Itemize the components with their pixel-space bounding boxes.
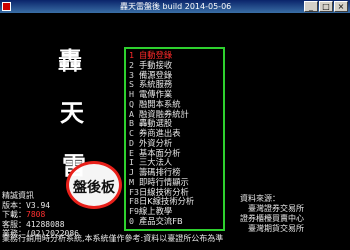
minimize-button[interactable]: _ xyxy=(304,1,318,12)
menu-label: 自動登錄 xyxy=(139,50,173,60)
badge-label: 盤後板 xyxy=(73,180,115,196)
menu-label: 基本面分析 xyxy=(139,147,181,158)
menu-label: 日K線技術分析 xyxy=(139,196,195,207)
menu-label: 線上教學 xyxy=(139,206,173,216)
menu-label: 轟動選股 xyxy=(139,118,173,129)
maximize-button[interactable]: □ xyxy=(319,1,333,12)
menu-label: 三大法人 xyxy=(139,157,173,168)
sources-title: 資料來源： xyxy=(240,194,280,203)
info-download-label: 下載： xyxy=(2,210,26,219)
brand-char-2: 天 xyxy=(60,98,84,127)
badge-circle: 盤後板 xyxy=(66,161,122,209)
menu-key: 2 xyxy=(129,59,134,70)
menu-label: 日線技術分析 xyxy=(139,186,189,197)
app-icon[interactable] xyxy=(2,2,11,11)
source-line: 臺灣證券交易所 xyxy=(248,204,304,213)
info-phone: 客服：41288088 xyxy=(2,219,65,229)
menu-label: 券商進出表 xyxy=(139,128,181,138)
menu-label: 籌碼排行榜 xyxy=(139,167,181,177)
window-title: 轟天雷盤後 build 2014-05-06 xyxy=(120,2,232,11)
menu-label: 備源登錄 xyxy=(139,69,173,80)
window-controls: _ □ × xyxy=(304,1,348,12)
menu-label: 融開本系統 xyxy=(139,98,181,109)
menu-item[interactable]: 0 產品交流FB xyxy=(129,215,183,227)
info-panel: 精誠資訊 版本：V3.94 下載：7808 客服：41288088 業務：(02… xyxy=(2,191,79,239)
menu-label: 手動接收 xyxy=(139,59,173,70)
title-bar: 轟天雷盤後 build 2014-05-06 _ □ × xyxy=(0,0,350,13)
source-line: 證券櫃檯買賣中心 xyxy=(240,214,304,223)
menu-key: 0 xyxy=(129,215,134,226)
menu-label: 電傳作業 xyxy=(139,89,173,99)
data-sources: 資料來源： 臺灣證券交易所 證券櫃檯買賣中心 臺灣期貨交易所 xyxy=(240,194,304,234)
menu-label: 產品交流FB xyxy=(139,215,183,226)
menu-key: Q xyxy=(129,98,134,109)
close-button[interactable]: × xyxy=(334,1,348,12)
menu-label: 即時行情顯示 xyxy=(139,176,189,187)
menu-key: D xyxy=(129,137,134,148)
menu-label: 系統服務 xyxy=(139,79,173,90)
source-line: 臺灣期貨交易所 xyxy=(248,224,304,233)
menu-label: 外資分析 xyxy=(139,137,173,148)
menu-label: 融資融券統計 xyxy=(139,108,189,119)
info-version: 版本：V3.94 xyxy=(2,200,51,210)
info-download-count: 7808 xyxy=(26,210,46,219)
main-menu: 1 自動登錄 2 手動接收 3 備源登錄 S 系統服務 H 電傳作業 Q 融開本系統 A 融資… xyxy=(124,47,225,231)
info-download: 下載：7808 xyxy=(2,210,79,220)
brand-char-1: 轟 xyxy=(58,46,82,75)
menu-key: M xyxy=(129,176,134,187)
footer-disclaimer: 業務行銷用時分析系統,本系統僅作參考:資料以臺證所公布為準 xyxy=(2,234,224,243)
main-panel: 轟 天 雷 精誠資訊 版本：V3.94 下載：7808 客服：41288088 … xyxy=(0,13,350,250)
